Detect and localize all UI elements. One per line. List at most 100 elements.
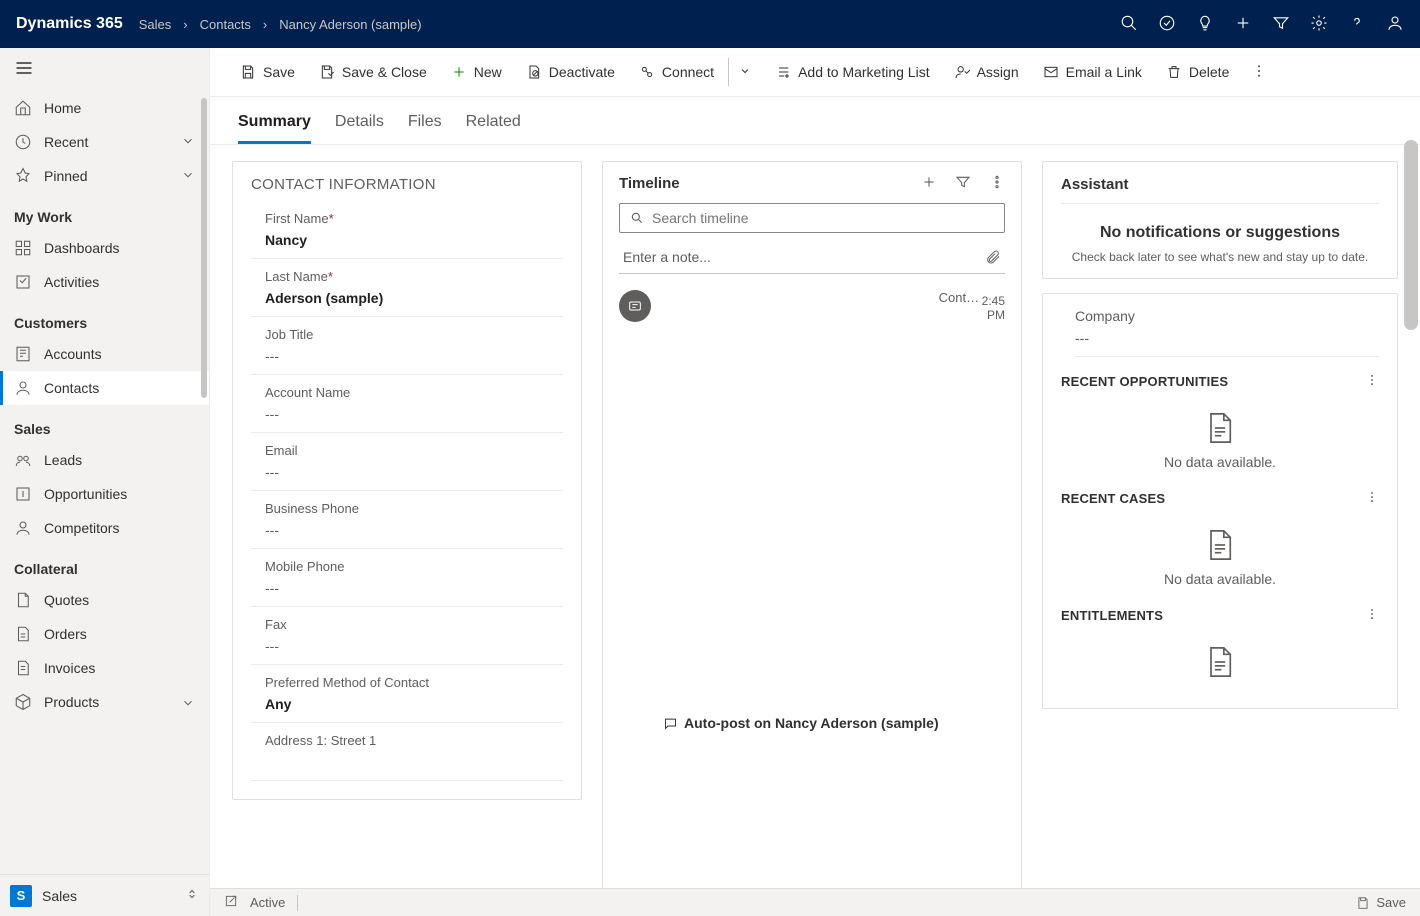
section-title: CONTACT INFORMATION [251,176,563,193]
nav-recent[interactable]: Recent [0,125,209,159]
contact-icon [14,379,32,397]
field-value[interactable]: Any [265,696,549,716]
nav-accounts[interactable]: Accounts [0,337,209,371]
field-label: Preferred Method of Contact [265,675,549,690]
gear-icon[interactable] [1310,14,1328,35]
breadcrumbs: Sales Contacts Nancy Aderson (sample) [139,17,422,32]
attach-icon[interactable] [985,249,1001,265]
filter-icon[interactable] [1272,14,1290,35]
contact-field[interactable]: Address 1: Street 1 [251,727,563,781]
add-icon[interactable] [921,174,937,193]
field-value[interactable]: --- [265,348,549,368]
field-value[interactable]: --- [265,406,549,426]
deactivate-button[interactable]: Deactivate [516,58,625,86]
timeline-search-input[interactable] [652,210,994,226]
app-label: Sales [42,888,77,904]
nav-invoices[interactable]: Invoices [0,651,209,685]
company-value[interactable]: --- [1075,330,1379,357]
tab-files[interactable]: Files [408,103,442,144]
lightbulb-icon[interactable] [1196,14,1214,35]
timeline-note[interactable]: Enter a note... [619,241,1005,274]
nav-contacts[interactable]: Contacts [0,371,209,405]
invoices-icon [14,659,32,677]
products-icon [14,693,32,711]
nav-activities[interactable]: Activities [0,265,209,299]
save-close-button[interactable]: Save & Close [309,58,437,86]
filter-icon[interactable] [955,174,971,193]
field-value[interactable]: --- [265,522,549,542]
status-save[interactable]: Save [1356,895,1406,910]
contact-field[interactable]: Email--- [251,437,563,491]
field-value[interactable]: Aderson (sample) [265,290,549,310]
field-value[interactable]: --- [265,464,549,484]
contact-field[interactable]: Job Title--- [251,321,563,375]
connect-button[interactable]: Connect [629,58,724,86]
search-icon[interactable] [1120,14,1138,35]
leads-icon [14,451,32,469]
field-label: Business Phone [265,501,549,516]
assign-button[interactable]: Assign [944,58,1029,86]
quotes-icon [14,591,32,609]
contact-field[interactable]: Business Phone --- [251,495,563,549]
field-value[interactable] [265,754,549,774]
nav-leads[interactable]: Leads [0,443,209,477]
no-data: No data available. [1061,515,1379,605]
contact-field[interactable]: Account Name--- [251,379,563,433]
app-switcher[interactable]: S Sales [0,874,209,916]
timeline-item-sub: Contact: Created By First name Last na..… [939,290,982,916]
hamburger-icon[interactable] [14,65,34,81]
more-icon[interactable] [1365,373,1379,390]
chevron-down-icon [181,168,195,185]
popout-icon[interactable] [224,894,238,911]
more-icon[interactable] [1251,63,1267,82]
contact-field[interactable]: First Name*Nancy [251,205,563,259]
nav-orders[interactable]: Orders [0,617,209,651]
timeline-search[interactable] [619,203,1005,233]
related-title: ENTITLEMENTS [1061,608,1163,623]
contact-field[interactable]: Preferred Method of Contact Any [251,669,563,723]
nav-competitors[interactable]: Competitors [0,511,209,545]
scrollbar-thumb[interactable] [201,98,207,398]
tab-related[interactable]: Related [466,103,521,144]
email-link-button[interactable]: Email a Link [1033,58,1152,86]
tab-details[interactable]: Details [335,103,384,144]
plus-icon[interactable] [1234,14,1252,35]
related-title: RECENT CASES [1061,491,1165,506]
crumb-entity[interactable]: Contacts [200,17,251,32]
timeline-item[interactable]: Auto-post on Nancy Aderson (sample) Cont… [619,284,1005,916]
status-active: Active [250,895,285,910]
nav-opportunities[interactable]: Opportunities [0,477,209,511]
field-value[interactable]: --- [265,580,549,600]
delete-button[interactable]: Delete [1156,58,1239,86]
new-button[interactable]: New [441,58,512,86]
contact-field[interactable]: Fax--- [251,611,563,665]
sidebar-scroll: Home Recent Pinned My Work Dashboards Ac… [0,91,209,916]
tab-summary[interactable]: Summary [238,103,311,144]
nav-quotes[interactable]: Quotes [0,583,209,617]
nav-products[interactable]: Products [0,685,209,719]
related-section: ENTITLEMENTS [1061,605,1379,706]
crumb-area[interactable]: Sales [139,17,172,32]
field-value[interactable]: Nancy [265,232,549,252]
contact-field[interactable]: Last Name*Aderson (sample) [251,263,563,317]
chevron-down-icon [181,134,195,151]
help-icon[interactable] [1348,14,1366,35]
more-icon[interactable] [1365,607,1379,624]
avatar-icon [619,290,651,322]
no-data [1061,632,1379,706]
nav-pinned[interactable]: Pinned [0,159,209,193]
more-icon[interactable] [989,174,1005,193]
add-marketing-button[interactable]: Add to Marketing List [765,58,940,86]
nav-home[interactable]: Home [0,91,209,125]
user-icon[interactable] [1386,14,1404,35]
scrollbar-thumb[interactable] [1404,140,1418,884]
more-icon[interactable] [1365,490,1379,507]
contact-field[interactable]: Mobile Phone--- [251,553,563,607]
save-button[interactable]: Save [230,58,305,86]
no-data: No data available. [1061,398,1379,488]
connect-dropdown[interactable] [728,58,761,86]
task-icon[interactable] [1158,14,1176,35]
field-value[interactable]: --- [265,638,549,658]
home-icon [14,99,32,117]
nav-dashboards[interactable]: Dashboards [0,231,209,265]
